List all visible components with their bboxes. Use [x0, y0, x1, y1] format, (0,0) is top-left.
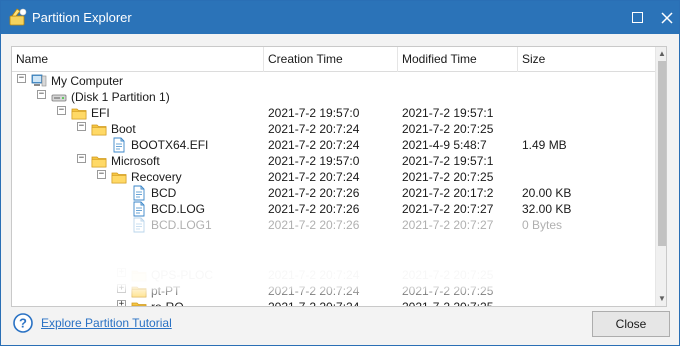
modified-time-cell: 2021-7-2 20:7:25	[402, 284, 494, 298]
scroll-up-icon[interactable]: ▲	[656, 47, 666, 61]
tree-row-label: BCD.LOG	[151, 202, 206, 216]
tree-row[interactable]: − Recovery 2021-7-2 20:7:24 2021-7-2 20:7:2…	[12, 169, 655, 185]
file-icon	[131, 201, 147, 217]
creation-time-cell: 2021-7-2 20:7:24	[268, 122, 360, 136]
tree-row-label: Microsoft	[111, 154, 160, 168]
modified-time-cell: 2021-7-2 20:7:27	[402, 202, 494, 216]
folder-icon	[71, 105, 87, 121]
tree-row[interactable]: − Microsoft 2021-7-2 19:57:0 2021-7-2 19:57…	[12, 153, 655, 169]
creation-time-cell: 2021-7-2 20:7:24	[268, 268, 360, 282]
folder-icon	[131, 283, 147, 299]
tree-row-label: QPS-PLOC	[151, 268, 214, 282]
tree-rows: − My Computer − (Disk 1 Partition 1) − EFI 202…	[12, 73, 655, 306]
tree-row-label: Boot	[111, 122, 136, 136]
column-header-name[interactable]: Name	[12, 47, 264, 72]
modified-time-cell: 2021-7-2 20:7:25	[402, 299, 493, 306]
modified-time-cell: 2021-7-2 20:7:27	[402, 218, 494, 232]
modified-time-cell: 2021-7-2 20:7:25	[402, 268, 494, 282]
collapse-icon[interactable]: −	[17, 74, 26, 83]
app-logo-icon	[9, 8, 27, 26]
creation-time-cell: 2021-7-2 20:7:24	[268, 299, 359, 306]
tree-row-label: BCD	[151, 186, 177, 200]
tree-row[interactable]: − Boot 2021-7-2 20:7:24 2021-7-2 20:7:25	[12, 121, 655, 137]
maximize-button[interactable]	[621, 1, 653, 34]
folder-icon	[111, 169, 127, 185]
computer-icon	[31, 73, 47, 89]
folder-icon	[91, 121, 107, 137]
close-button[interactable]: Close	[592, 311, 670, 337]
tree-row-label: BCD.LOG1	[151, 218, 212, 232]
column-header-size[interactable]: Size	[518, 47, 655, 72]
tree-row-label: BOOTX64.EFI	[131, 138, 209, 152]
folder-icon	[91, 153, 107, 169]
drive-icon	[51, 89, 67, 105]
folder-icon	[131, 267, 147, 283]
svg-text:?: ?	[19, 316, 27, 331]
window-title: Partition Explorer	[32, 10, 132, 25]
modified-time-cell: 2021-7-2 19:57:1	[402, 154, 494, 168]
column-header-creation-time[interactable]: Creation Time	[264, 47, 398, 72]
tree-row-label: (Disk 1 Partition 1)	[71, 90, 170, 104]
collapse-icon[interactable]: −	[77, 154, 86, 163]
partition-explorer-window: Partition Explorer Name Creation Time Mo…	[0, 0, 680, 346]
tree-row-label: Recovery	[131, 170, 182, 184]
expand-icon[interactable]: +	[117, 300, 126, 306]
size-cell: 1.49 MB	[522, 138, 567, 152]
size-cell: 20.00 KB	[522, 186, 572, 200]
tree-row[interactable]: − EFI 2021-7-2 19:57:0 2021-7-2 19:57:1	[12, 105, 655, 121]
scroll-down-icon[interactable]: ▼	[656, 292, 666, 306]
tree-row[interactable]: + ro-RO 2021-7-2 20:7:24 2021-7-2 20:7:25	[12, 299, 655, 306]
tree-row-label: EFI	[91, 106, 110, 120]
creation-time-cell: 2021-7-2 19:57:0	[268, 154, 360, 168]
file-icon	[111, 137, 127, 153]
explore-tutorial-link[interactable]: Explore Partition Tutorial	[41, 316, 172, 330]
tree-row-label: My Computer	[51, 74, 124, 88]
creation-time-cell: 2021-7-2 20:7:24	[268, 138, 360, 152]
expand-icon[interactable]: +	[117, 268, 126, 277]
collapse-icon[interactable]: −	[97, 170, 106, 179]
tree-row-label: ro-RO	[151, 299, 184, 306]
creation-time-cell: 2021-7-2 20:7:24	[268, 170, 360, 184]
close-window-button[interactable]	[651, 1, 680, 34]
tree-row[interactable]: BCD.LOG1 2021-7-2 20:7:26 2021-7-2 20:7:27…	[12, 217, 655, 233]
tree-row[interactable]: BCD.LOG 2021-7-2 20:7:26 2021-7-2 20:7:27 3…	[12, 201, 655, 217]
collapse-icon[interactable]: −	[57, 106, 66, 115]
tree-row-label: pt-PT	[151, 284, 181, 298]
column-header-modified-time[interactable]: Modified Time	[398, 47, 518, 72]
collapse-icon[interactable]: −	[77, 122, 86, 131]
collapse-icon[interactable]: −	[37, 90, 46, 99]
size-cell: 32.00 KB	[522, 202, 572, 216]
size-cell: 0 Bytes	[522, 218, 563, 232]
close-icon	[661, 11, 673, 24]
modified-time-cell: 2021-7-2 20:7:25	[402, 170, 494, 184]
maximize-icon	[631, 12, 643, 23]
tree-row[interactable]: + pt-PT 2021-7-2 20:7:24 2021-7-2 20:7:25	[12, 283, 655, 299]
vertical-scrollbar[interactable]: ▲ ▼	[655, 47, 666, 306]
tree-row[interactable]: BOOTX64.EFI 2021-7-2 20:7:24 2021-4-9 5:48…	[12, 137, 655, 153]
creation-time-cell: 2021-7-2 19:57:0	[268, 106, 360, 120]
modified-time-cell: 2021-7-2 20:7:25	[402, 122, 494, 136]
modified-time-cell: 2021-7-2 19:57:1	[402, 106, 494, 120]
tree-row[interactable]: − My Computer	[12, 73, 655, 89]
modified-time-cell: 2021-7-2 20:17:2	[402, 186, 494, 200]
help-icon[interactable]: ?	[13, 313, 33, 333]
creation-time-cell: 2021-7-2 20:7:26	[268, 202, 360, 216]
folder-icon	[131, 299, 147, 306]
creation-time-cell: 2021-7-2 20:7:26	[268, 186, 360, 200]
modified-time-cell: 2021-4-9 5:48:7	[402, 138, 487, 152]
expand-icon[interactable]: +	[117, 284, 126, 293]
tree-row[interactable]: − (Disk 1 Partition 1)	[12, 89, 655, 105]
title-bar[interactable]: Partition Explorer	[1, 1, 679, 34]
creation-time-cell: 2021-7-2 20:7:26	[268, 218, 360, 232]
tree-row[interactable]: + QPS-PLOC 2021-7-2 20:7:24 2021-7-2 20:7:2…	[12, 267, 655, 283]
file-icon	[131, 185, 147, 201]
creation-time-cell: 2021-7-2 20:7:24	[268, 284, 360, 298]
file-icon	[131, 217, 147, 233]
tree-row[interactable]: BCD 2021-7-2 20:7:26 2021-7-2 20:17:2 20.00…	[12, 185, 655, 201]
scroll-thumb[interactable]	[658, 61, 666, 246]
partition-tree-view[interactable]: Name Creation Time Modified Time Size − M…	[11, 46, 667, 307]
dialog-content: Name Creation Time Modified Time Size − M…	[1, 34, 679, 345]
column-header: Name Creation Time Modified Time Size	[12, 47, 655, 72]
